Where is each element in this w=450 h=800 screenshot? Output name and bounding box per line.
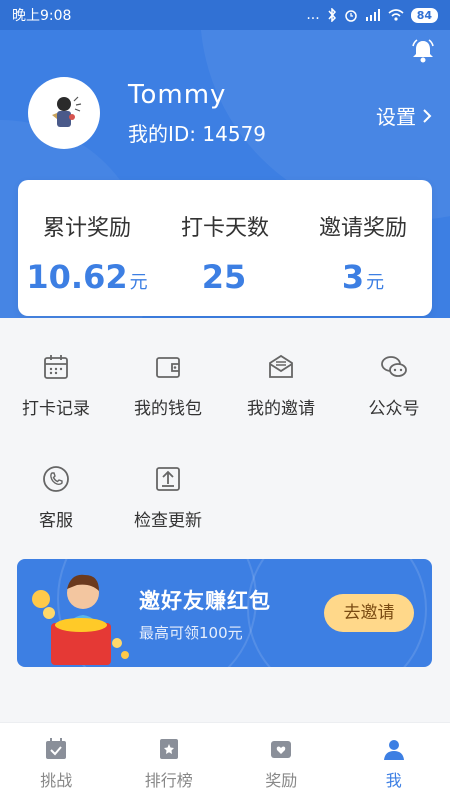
username: Tommy (128, 80, 227, 110)
tab-label: 挑战 (40, 771, 73, 790)
settings-label: 设置 (376, 105, 416, 129)
menu-item-official-account[interactable]: 公众号 (338, 352, 450, 419)
settings-link[interactable]: 设置 (376, 101, 432, 130)
stat-total-reward[interactable]: 累计奖励 10.62 元 (22, 210, 152, 296)
stat-value: 10.62 元 (26, 258, 148, 296)
stat-value: 3元 (341, 258, 385, 296)
menu-item-check-update[interactable]: 检查更新 (112, 464, 224, 531)
avatar[interactable] (28, 77, 100, 149)
tab-leaderboard[interactable]: 排行榜 (113, 723, 226, 800)
status-bar: 晚上9:08 ... 84 (0, 0, 450, 30)
stat-checkin-days[interactable]: 打卡天数 25 (160, 210, 290, 296)
bluetooth-icon (328, 8, 336, 22)
signal-icon (365, 9, 380, 21)
calendar-check-icon (46, 738, 67, 759)
tab-label: 排行榜 (144, 771, 193, 790)
menu-item-label: 客服 (39, 511, 73, 531)
envelope-icon (269, 354, 293, 378)
menu-item-label: 我的邀请 (247, 399, 315, 419)
tab-rewards[interactable]: 奖励 (225, 723, 338, 800)
bookmark-star-icon (159, 739, 178, 759)
wallet-heart-icon (271, 741, 292, 758)
banner-illustration (32, 574, 129, 665)
battery-indicator: 84 (410, 7, 438, 23)
tab-label: 奖励 (265, 771, 298, 790)
menu-item-checkin-records[interactable]: 打卡记录 (0, 352, 112, 419)
tab-challenge[interactable]: 挑战 (0, 723, 113, 800)
status-time: 晚上9:08 (12, 8, 72, 24)
tab-me[interactable]: 我 (338, 723, 450, 800)
bell-icon[interactable] (410, 38, 436, 64)
upload-icon (156, 467, 180, 491)
user-id: 我的ID: 14579 (128, 122, 267, 146)
menu-item-label: 我的钱包 (134, 399, 202, 419)
menu-item-label: 打卡记录 (22, 399, 90, 419)
menu-grid: 打卡记录 我的钱包 我的邀请 公众号 客服 检查更新 (0, 318, 450, 548)
menu-item-customer-service[interactable]: 客服 (0, 464, 112, 531)
wallet-icon (156, 357, 180, 378)
stat-label: 累计奖励 (42, 216, 131, 241)
banner-title: 邀好友赚红包 (139, 589, 271, 613)
avatar-image (52, 96, 82, 127)
tab-label: 我 (385, 771, 402, 790)
person-icon (383, 740, 404, 760)
menu-item-wallet[interactable]: 我的钱包 (112, 352, 224, 419)
stat-value: 25 (201, 258, 247, 296)
wechat-icon (381, 356, 407, 377)
wifi-icon (388, 9, 404, 21)
calendar-icon (44, 355, 68, 379)
phone-icon (43, 466, 69, 492)
menu-item-label: 公众号 (368, 399, 420, 419)
invite-button[interactable]: 去邀请 (324, 594, 414, 632)
status-icons: ... 84 (306, 7, 438, 23)
banner-subtitle: 最高可领100元 (139, 624, 243, 642)
stat-unit: 元 (366, 272, 385, 293)
chevron-right-icon (423, 108, 432, 123)
status-dots: ... (306, 7, 320, 23)
stat-unit: 元 (129, 272, 148, 293)
stat-label: 邀请奖励 (318, 216, 407, 241)
invite-banner[interactable]: 邀好友赚红包 最高可领100元 去邀请 (17, 559, 432, 667)
stats-card: 累计奖励 10.62 元 打卡天数 25 邀请奖励 3元 (18, 180, 432, 316)
stat-invite-reward[interactable]: 邀请奖励 3元 (298, 210, 428, 296)
menu-item-label: 检查更新 (134, 511, 202, 531)
bottom-tab-bar: 挑战 排行榜 奖励 我 (0, 722, 450, 800)
menu-item-invites[interactable]: 我的邀请 (225, 352, 337, 419)
stat-label: 打卡天数 (180, 216, 269, 241)
alarm-icon (344, 10, 357, 22)
